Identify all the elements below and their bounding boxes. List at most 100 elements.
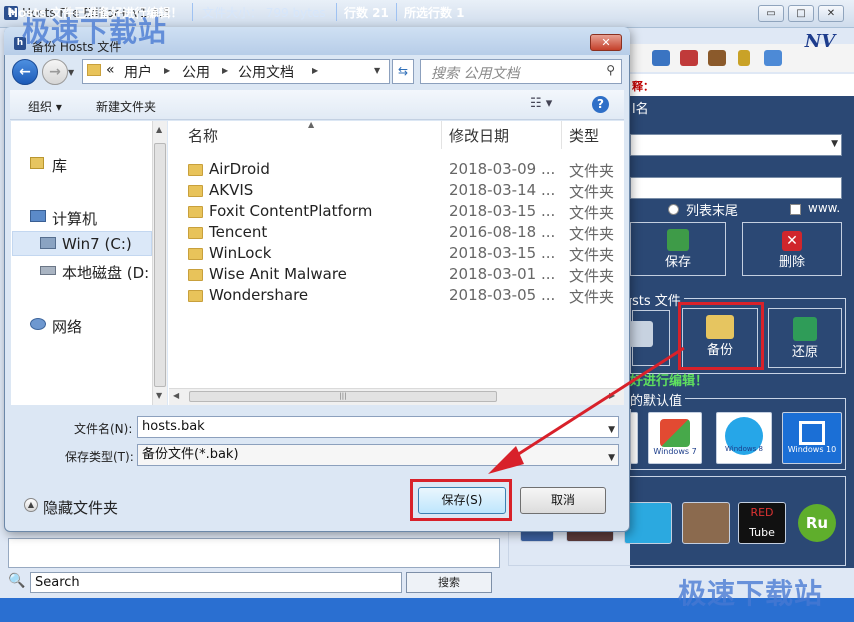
nav-item-computer[interactable]: 计算机: [52, 208, 97, 229]
windows10-logo-icon: [799, 421, 825, 445]
chevron-right-icon[interactable]: ▶: [312, 66, 318, 75]
nav-item-local-disk[interactable]: 本地磁盘 (D:: [62, 262, 149, 283]
folder-icon: [188, 290, 203, 302]
cancel-button[interactable]: 取消: [520, 487, 606, 514]
folder-icon: [188, 164, 203, 176]
forward-button[interactable]: →: [42, 59, 68, 85]
organize-menu[interactable]: 组织 ▾: [28, 98, 62, 115]
file-date: 2018-03-14 ...: [449, 181, 556, 199]
ready-text: 好进行编辑！: [630, 374, 709, 389]
file-row[interactable]: Foxit ContentPlatform 2018-03-15 ... 文件夹: [188, 202, 624, 223]
address-dropdown-icon[interactable]: ▼: [374, 66, 380, 75]
windows10-label: Windows 10: [787, 445, 837, 454]
file-row[interactable]: WinLock 2018-03-15 ... 文件夹: [188, 244, 624, 265]
history-dropdown-icon[interactable]: ▼: [68, 68, 74, 77]
minimize-button[interactable]: ▭: [758, 5, 784, 22]
category-dropdown[interactable]: ▼: [630, 134, 842, 156]
position-radio[interactable]: [668, 204, 679, 215]
back-button[interactable]: ←: [12, 59, 38, 85]
status-divider: [336, 3, 337, 21]
dialog-close-button[interactable]: ✕: [590, 34, 622, 51]
tools-icon[interactable]: [680, 50, 698, 66]
default-group-label: 的默认值: [630, 390, 686, 409]
windows7-button[interactable]: Windows 7: [648, 412, 702, 464]
status-rows: 行数 21: [344, 6, 389, 20]
view-options-icon[interactable]: ☷ ▾: [530, 96, 552, 111]
dialog-search-placeholder: 搜索 公用文档: [431, 66, 520, 82]
delete-entry-button[interactable]: ✕ 删除: [742, 222, 842, 276]
windows10-button[interactable]: Windows 10: [782, 412, 842, 464]
instagram-icon[interactable]: [682, 502, 730, 544]
edit-icon[interactable]: [652, 50, 670, 66]
file-date: 2018-03-09 ...: [449, 160, 556, 178]
network-icon: [30, 318, 46, 330]
status-divider: [396, 3, 397, 21]
chevron-up-icon[interactable]: ▲: [24, 498, 38, 512]
folder-icon: [188, 269, 203, 281]
chevron-right-icon[interactable]: ▶: [164, 66, 170, 75]
filetype-select[interactable]: 备份文件(*.bak) ▼: [137, 444, 619, 466]
file-list-hscrollbar[interactable]: ◀ ||| ▶: [169, 388, 624, 405]
search-button[interactable]: 搜索: [406, 572, 492, 593]
save-entry-button[interactable]: 保存: [630, 222, 726, 276]
breadcrumb-overflow[interactable]: «: [106, 62, 115, 78]
nav-item-win7-drive[interactable]: Win7 (C:): [62, 235, 132, 253]
nav-item-library[interactable]: 库: [52, 155, 67, 176]
redtube-icon[interactable]: RED Tube: [738, 502, 786, 544]
hide-folders-toggle[interactable]: 隐藏文件夹: [43, 497, 118, 518]
lock-icon[interactable]: [738, 50, 750, 66]
twitter-icon[interactable]: [624, 502, 672, 544]
lock-open-icon: [629, 321, 653, 347]
file-row[interactable]: Tencent 2016-08-18 ... 文件夹: [188, 223, 624, 244]
package-icon[interactable]: [708, 50, 726, 66]
save-icon: [667, 229, 689, 251]
hosts-group-label: sts 文件: [632, 290, 684, 309]
chevron-down-icon[interactable]: ▼: [608, 448, 615, 468]
column-divider[interactable]: [441, 121, 442, 149]
fullscreen-icon[interactable]: [764, 50, 782, 66]
file-name: Wondershare: [209, 286, 309, 304]
maximize-button[interactable]: □: [788, 5, 814, 22]
breadcrumb-users[interactable]: 用户: [124, 62, 152, 82]
file-row[interactable]: AirDroid 2018-03-09 ... 文件夹: [188, 160, 624, 181]
column-header-type[interactable]: 类型: [569, 121, 599, 151]
file-row[interactable]: AKVIS 2018-03-14 ... 文件夹: [188, 181, 624, 202]
name-label: l名: [632, 102, 649, 117]
open-hosts-button[interactable]: [629, 310, 670, 366]
restore-label: 还原: [791, 345, 818, 360]
sort-asc-icon: ▲: [308, 120, 315, 129]
filename-input[interactable]: hosts.bak ▼: [137, 416, 619, 438]
nav-scrollbar[interactable]: ▲ ▼: [152, 121, 167, 405]
file-row[interactable]: Wondershare 2018-03-05 ... 文件夹: [188, 286, 624, 307]
file-name: Tencent: [209, 223, 268, 241]
dialog-search-input[interactable]: 搜索 公用文档 ⚲: [420, 59, 622, 84]
hostname-input[interactable]: [630, 177, 842, 199]
chevron-down-icon[interactable]: ▼: [608, 420, 615, 440]
new-folder-button[interactable]: 新建文件夹: [96, 98, 156, 115]
folder-icon: [188, 248, 203, 260]
help-icon[interactable]: ?: [592, 96, 609, 113]
restore-button[interactable]: 还原: [768, 308, 842, 368]
nav-item-network[interactable]: 网络: [52, 316, 82, 337]
file-type: 文件夹: [569, 246, 615, 264]
search-input[interactable]: Search: [30, 572, 402, 593]
radio-label: 列表末尾: [686, 204, 739, 219]
breadcrumb-public-docs[interactable]: 公用文档: [238, 62, 294, 82]
column-header-modified[interactable]: 修改日期: [449, 121, 509, 151]
comment-label: 释：: [632, 80, 654, 93]
www-checkbox[interactable]: [790, 204, 801, 215]
save-entry-label: 保存: [664, 255, 691, 270]
breadcrumb-public[interactable]: 公用: [182, 62, 210, 82]
close-button[interactable]: ✕: [818, 5, 844, 22]
column-header-name[interactable]: 名称: [188, 121, 218, 151]
filetype-value: 备份文件(*.bak): [142, 447, 239, 462]
chevron-right-icon[interactable]: ▶: [222, 66, 228, 75]
windows8-button[interactable]: Windows 8: [716, 412, 772, 464]
os-button-partial[interactable]: [630, 412, 638, 464]
file-row[interactable]: Wise Anit Malware 2018-03-01 ... 文件夹: [188, 265, 624, 286]
status-divider: [192, 3, 193, 21]
column-divider[interactable]: [561, 121, 562, 149]
ru-icon[interactable]: Ru: [798, 504, 836, 542]
file-type: 文件夹: [569, 162, 615, 180]
refresh-icon[interactable]: ⇆: [392, 59, 414, 84]
